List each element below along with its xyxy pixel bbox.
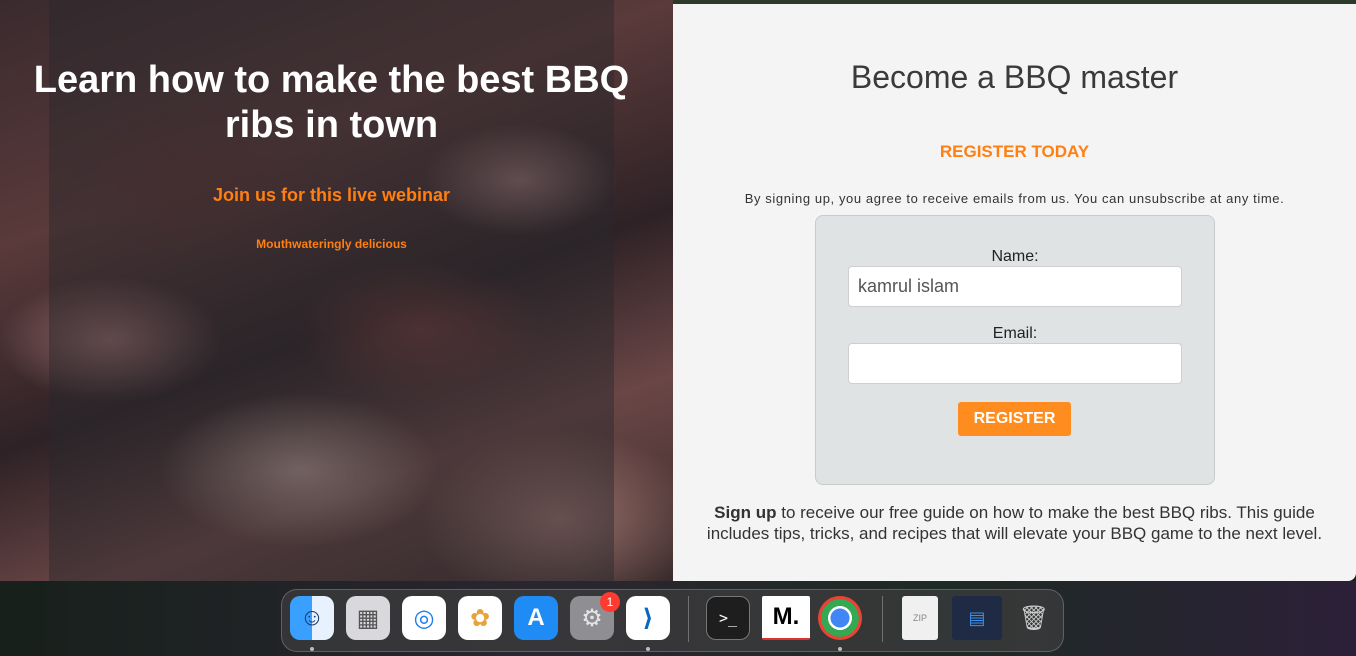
- signup-panel: Become a BBQ master REGISTER TODAY By si…: [673, 4, 1356, 581]
- email-label: Email:: [992, 325, 1038, 342]
- hero-subtitle: Join us for this live webinar: [212, 185, 451, 205]
- running-indicator: [310, 647, 314, 651]
- running-indicator: [838, 647, 842, 651]
- terminal-icon[interactable]: >_: [706, 596, 750, 640]
- signup-heading: Become a BBQ master: [850, 59, 1179, 95]
- name-label: Name:: [991, 248, 1039, 265]
- notification-badge: 1: [600, 592, 620, 612]
- email-input[interactable]: [848, 343, 1182, 384]
- signup-disclaimer: By signing up, you agree to receive emai…: [744, 191, 1285, 206]
- vscode-icon[interactable]: ⟩: [626, 596, 670, 640]
- hero-title-part1: Learn how to make: [33, 59, 389, 101]
- hero-section: Learn how to make the best BBQ ribs in t…: [0, 0, 673, 581]
- signup-description: Sign up to receive our free guide on how…: [691, 502, 1338, 544]
- safari-icon[interactable]: ◎: [402, 596, 446, 640]
- register-button[interactable]: REGISTER: [958, 402, 1071, 436]
- dock-separator: [882, 596, 883, 642]
- app-store-icon[interactable]: A: [514, 596, 558, 640]
- hero-title-part2: in town: [294, 104, 439, 146]
- dock-separator: [688, 596, 689, 642]
- medium-icon[interactable]: M.: [762, 596, 810, 640]
- register-today-heading: REGISTER TODAY: [939, 142, 1090, 161]
- signup-description-bold: Sign up: [714, 503, 777, 522]
- photos-icon[interactable]: ✿: [458, 596, 502, 640]
- hero-title: Learn how to make the best BBQ ribs in t…: [0, 58, 663, 148]
- signup-form: Name: Email: REGISTER: [815, 215, 1215, 485]
- hero-tagline: Mouthwateringly delicious: [256, 237, 407, 251]
- vscode-window-thumbnail-icon[interactable]: ▤: [952, 596, 1002, 640]
- running-indicator: [646, 647, 650, 651]
- trash-icon[interactable]: 🗑: [1012, 596, 1056, 640]
- finder-icon[interactable]: ☺: [290, 596, 334, 640]
- chrome-icon[interactable]: ◉: [818, 596, 862, 640]
- dock: [281, 589, 1064, 652]
- zip-file-icon[interactable]: ZIP: [902, 596, 938, 640]
- name-input[interactable]: [848, 266, 1182, 307]
- signup-description-text: to receive our free guide on how to make…: [706, 503, 1323, 543]
- launchpad-icon[interactable]: ▦: [346, 596, 390, 640]
